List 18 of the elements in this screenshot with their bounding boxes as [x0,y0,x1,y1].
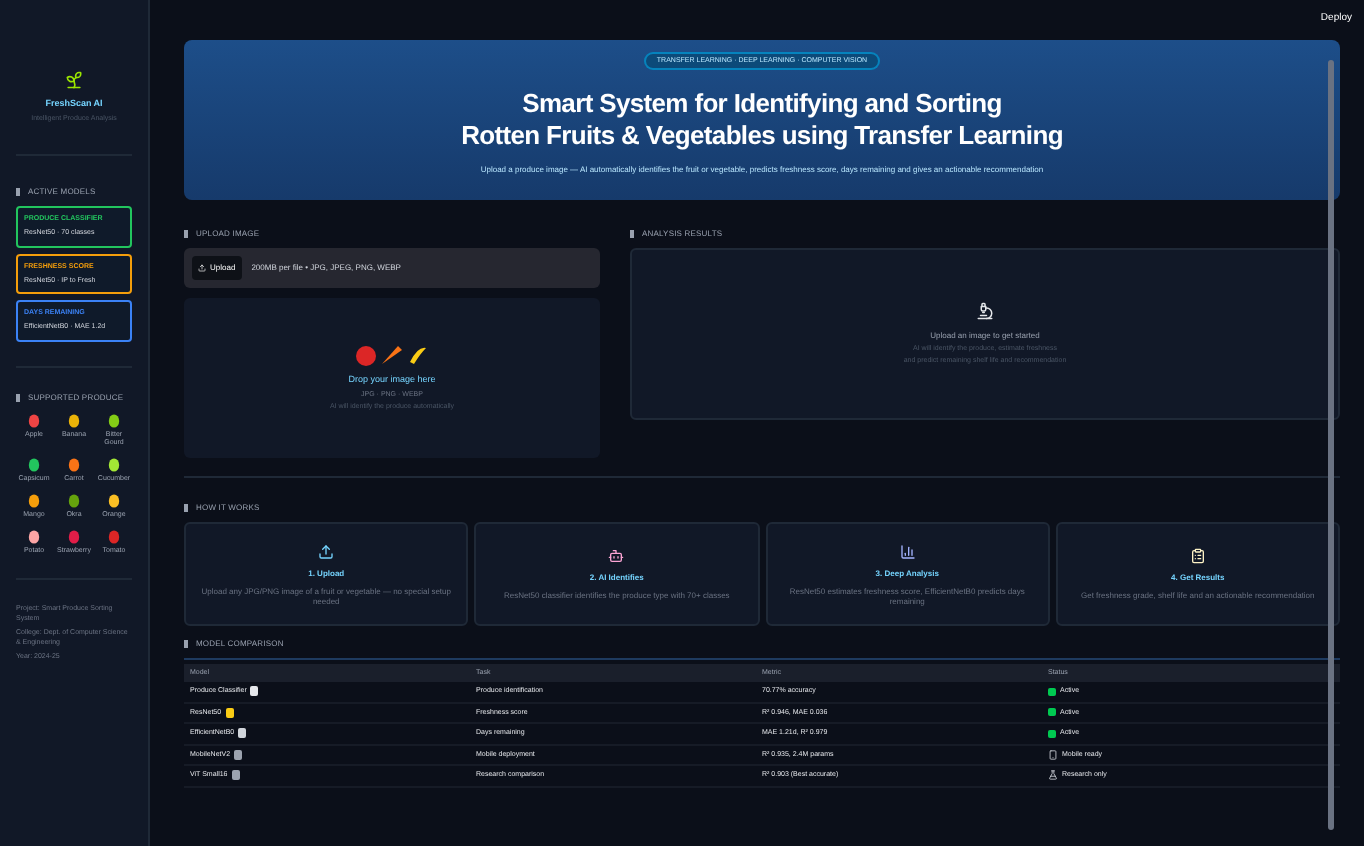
logo-icon [64,70,84,90]
report-icon [1189,548,1206,564]
heading-marker-icon [184,230,188,238]
heading-marker-icon [16,393,20,401]
heading-marker-icon [184,504,188,512]
upload-icon [198,264,206,272]
produce-drawing [354,342,430,367]
heading-marker-icon [184,640,188,648]
phone-icon [1048,749,1058,760]
hero-title: Smart System for Identifying and Sorting [522,88,1002,121]
hero-title: Rotten Fruits & Vegetables using Transfer Learning [461,120,1063,153]
heading-marker-icon [630,230,634,238]
flask-icon [1048,770,1058,781]
robot-icon [608,548,625,564]
chart-icon [899,543,916,559]
heading-marker-icon [16,188,20,196]
upload-icon [318,543,335,559]
microscope-icon [976,301,994,320]
